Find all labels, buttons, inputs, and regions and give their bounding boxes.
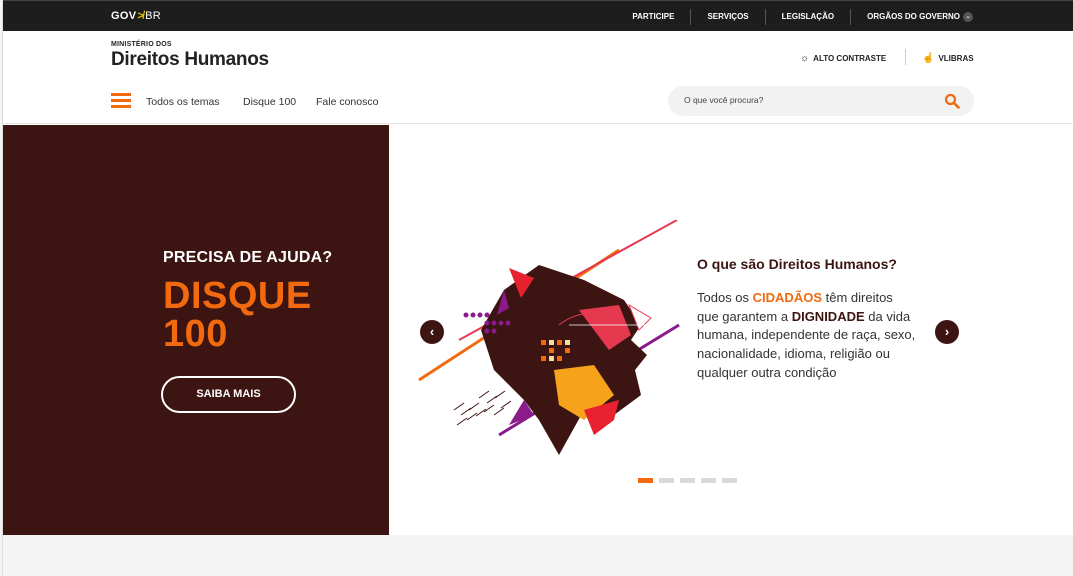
carousel-dot[interactable] <box>701 478 716 483</box>
human-rights-illustration <box>418 220 680 455</box>
carousel-dot[interactable] <box>638 478 653 483</box>
hero-headline-line2: 100 <box>163 313 228 355</box>
hero-headline-line1: DISQUE <box>163 275 312 317</box>
gov-logo-br: BR <box>145 10 161 22</box>
sun-icon: ☼ <box>800 53 810 64</box>
search-bar <box>668 86 974 116</box>
search-input[interactable] <box>684 95 924 105</box>
carousel-text: Todos os CIDADÃOS têm direitos que garan… <box>697 289 917 383</box>
header-divider <box>905 49 906 65</box>
ministry-label: MINISTÉRIO DOS <box>111 41 172 48</box>
gov-bar: GOV≯BR PARTICIPE SERVIÇOS LEGISLAÇÃO ORG… <box>3 0 1073 31</box>
hero-headline: DISQUE 100 <box>163 277 312 353</box>
gov-link-participe[interactable]: PARTICIPE <box>616 9 690 25</box>
nav-link-fale-conosco[interactable]: Fale conosco <box>316 96 378 108</box>
carousel-title: O que são Direitos Humanos? <box>697 256 897 272</box>
gov-link-servicos[interactable]: SERVIÇOS <box>690 8 764 25</box>
carousel-dot[interactable] <box>659 478 674 483</box>
page-below-fold <box>3 535 1073 576</box>
hero-banner: PRECISA DE AJUDA? DISQUE 100 SAIBA MAIS <box>3 125 389 535</box>
carousel-indicators <box>638 478 743 483</box>
gov-link-orgaos[interactable]: ORGÃOS DO GOVERNO <box>850 8 976 25</box>
ministry-name-logo[interactable]: Direitos Humanos <box>111 49 269 71</box>
gov-br-logo[interactable]: GOV≯BR <box>111 10 161 22</box>
saiba-mais-button[interactable]: SAIBA MAIS <box>161 376 296 413</box>
page: GOV≯BR PARTICIPE SERVIÇOS LEGISLAÇÃO ORG… <box>2 0 1073 576</box>
hand-icon: ☝ <box>922 53 935 64</box>
gov-logo-text: GOV <box>111 10 137 22</box>
carousel: ‹ › O que são Direitos Humanos? Todos os… <box>389 125 1073 535</box>
carousel-dot[interactable] <box>680 478 695 483</box>
main-nav: Todos os temas Disque 100 Fale conosco <box>3 79 1073 124</box>
carousel-highlight-dignidade: DIGNIDADE <box>791 308 865 324</box>
carousel-highlight-cidadaos: CIDADÃOS <box>752 290 822 305</box>
carousel-prev-button[interactable]: ‹ <box>420 320 444 344</box>
site-header: MINISTÉRIO DOS Direitos Humanos ☼ ALTO CO… <box>3 31 1073 79</box>
gov-link-legislacao[interactable]: LEGISLAÇÃO <box>764 8 850 25</box>
menu-icon[interactable] <box>111 93 131 109</box>
high-contrast-label: ALTO CONTRASTE <box>813 54 887 63</box>
gov-nav: PARTICIPE SERVIÇOS LEGISLAÇÃO ORGÃOS DO … <box>616 1 976 32</box>
high-contrast-button[interactable]: ☼ ALTO CONTRASTE <box>800 53 886 64</box>
vlibras-label: VLIBRAS <box>938 54 974 63</box>
carousel-dot[interactable] <box>722 478 737 483</box>
carousel-text-part: Todos os <box>697 290 753 305</box>
search-icon[interactable] <box>944 93 960 109</box>
nav-link-todos-os-temas[interactable]: Todos os temas <box>146 96 220 108</box>
carousel-next-button[interactable]: › <box>935 320 959 344</box>
chevron-down-icon[interactable]: ⌄ <box>963 12 973 22</box>
hero-question: PRECISA DE AJUDA? <box>163 249 333 266</box>
gov-logo-arrow-icon: ≯ <box>137 10 145 22</box>
nav-link-disque-100[interactable]: Disque 100 <box>243 96 296 108</box>
vlibras-button[interactable]: ☝ VLIBRAS <box>922 53 974 64</box>
